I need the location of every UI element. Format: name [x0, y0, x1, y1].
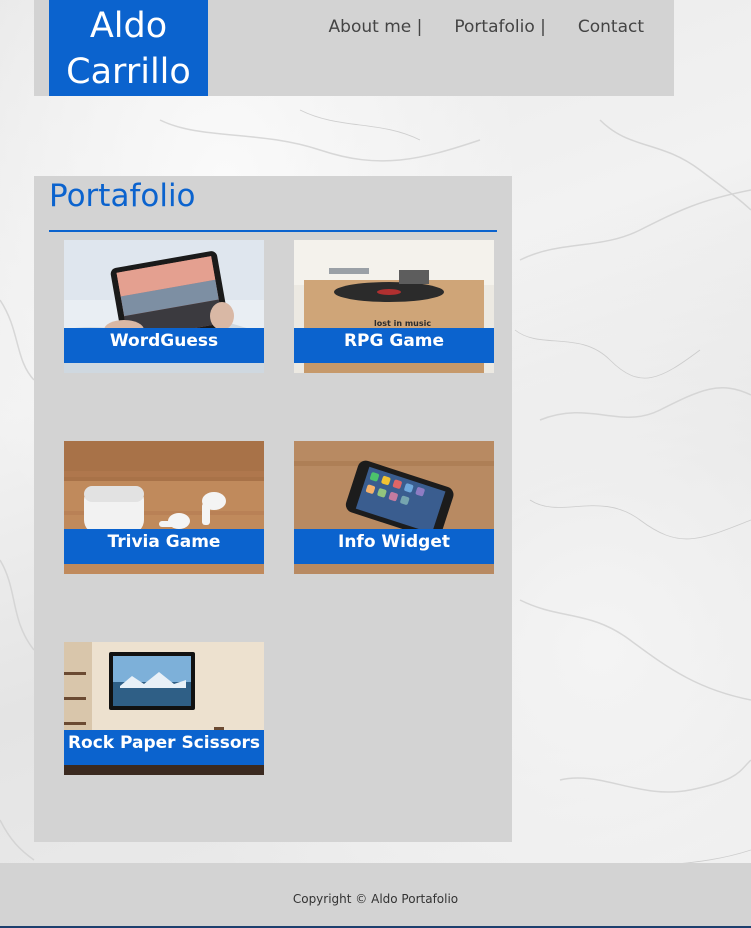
nav-portafolio[interactable]: Portafolio |	[454, 17, 545, 37]
project-card-trivia-game[interactable]: Trivia Game	[64, 441, 264, 574]
project-label: Rock Paper Scissors	[64, 730, 264, 765]
site-header: Aldo Carrillo About me | Portafolio | Co…	[34, 0, 674, 96]
nav-about-me[interactable]: About me |	[329, 17, 423, 37]
project-card-rpg-game[interactable]: lost in music RPG Game	[294, 240, 494, 373]
nav-contact[interactable]: Contact	[578, 17, 644, 37]
project-card-info-widget[interactable]: Info Widget	[294, 441, 494, 574]
svg-text:lost in music: lost in music	[374, 319, 431, 328]
project-label: WordGuess	[64, 328, 264, 363]
site-footer: Copyright © Aldo Portafolio	[0, 863, 751, 928]
project-label: RPG Game	[294, 328, 494, 363]
copyright-text: Copyright © Aldo Portafolio	[292, 892, 459, 906]
project-label: Info Widget	[294, 529, 494, 564]
page-title: Portafolio	[49, 178, 196, 214]
brand-logo[interactable]: Aldo Carrillo	[49, 0, 208, 96]
brand-first-name: Aldo	[89, 6, 168, 46]
project-card-wordguess[interactable]: WordGuess	[64, 240, 264, 373]
main-nav: About me | Portafolio | Contact	[297, 17, 644, 37]
project-label: Trivia Game	[64, 529, 264, 564]
portfolio-panel: Portafolio WordGuess lost in music RPG G…	[34, 176, 512, 842]
brand-last-name: Carrillo	[66, 52, 191, 92]
project-card-rock-paper-scissors[interactable]: Rock Paper Scissors	[64, 642, 264, 775]
title-divider	[49, 230, 497, 232]
